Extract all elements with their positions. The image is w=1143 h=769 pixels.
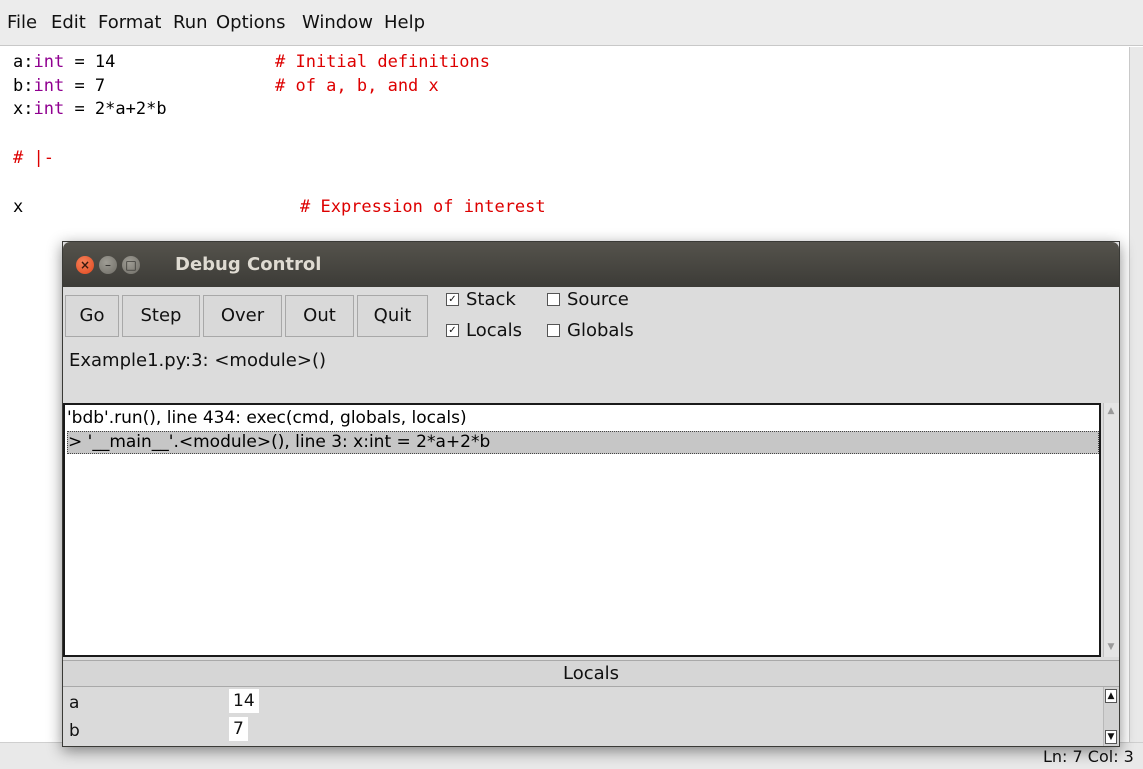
- local-value: 7: [229, 717, 248, 741]
- source-label: Source: [567, 289, 629, 310]
- local-name: a: [69, 693, 80, 713]
- unchecked-icon: [547, 292, 560, 306]
- stack-scrollbar[interactable]: ▲ ▼: [1103, 403, 1119, 657]
- go-button[interactable]: Go: [65, 295, 119, 337]
- step-button[interactable]: Step: [122, 295, 200, 337]
- local-value: 14: [229, 689, 259, 713]
- scroll-down-icon[interactable]: ▼: [1105, 730, 1117, 744]
- code-comment: # Initial definitions: [275, 52, 490, 72]
- checked-icon: ✓: [446, 292, 459, 306]
- stack-frame-selected[interactable]: > '__main__'.<module>(), line 3: x:int =…: [67, 431, 1099, 454]
- code-line-2: b:int = 7: [13, 74, 105, 98]
- code-comment-cell: # |-: [13, 148, 54, 168]
- code-keyword: int: [33, 76, 65, 96]
- menu-file[interactable]: File: [7, 12, 37, 33]
- maximize-icon[interactable]: □: [122, 256, 140, 274]
- locals-checkbox[interactable]: ✓ Locals: [446, 320, 522, 341]
- menu-format[interactable]: Format: [98, 12, 161, 33]
- code-keyword: int: [33, 99, 65, 119]
- checked-icon: ✓: [446, 323, 459, 337]
- scroll-down-icon[interactable]: ▼: [1106, 642, 1116, 652]
- code-assign: = 2*a+2*b: [64, 99, 167, 119]
- quit-button[interactable]: Quit: [357, 295, 428, 337]
- debug-status: Example1.py:3: <module>(): [69, 350, 327, 371]
- code-line-3: x:int = 2*a+2*b: [13, 97, 167, 121]
- globals-checkbox[interactable]: Globals: [547, 320, 634, 341]
- dialog-title: Debug Control: [175, 254, 322, 275]
- over-button[interactable]: Over: [203, 295, 282, 337]
- unchecked-icon: [547, 323, 560, 337]
- scroll-up-icon[interactable]: ▲: [1106, 406, 1116, 416]
- code-comment: # Expression of interest: [300, 197, 546, 217]
- close-icon[interactable]: ×: [76, 256, 94, 274]
- locals-list: a 14 b 7: [63, 687, 1103, 746]
- code-var: x:: [13, 99, 34, 119]
- code-keyword: int: [33, 52, 65, 72]
- code-line-5: x: [13, 197, 24, 217]
- locals-scrollbar[interactable]: ▲ ▼: [1103, 687, 1119, 746]
- code-assign: = 7: [64, 76, 106, 96]
- menu-help[interactable]: Help: [384, 12, 425, 33]
- menu-window[interactable]: Window: [302, 12, 373, 33]
- local-name: b: [69, 721, 80, 741]
- code-comment: # of a, b, and x: [275, 76, 439, 96]
- locals-header: Locals: [63, 660, 1119, 687]
- menu-run[interactable]: Run: [173, 12, 208, 33]
- code-line-1: a:int = 14: [13, 50, 115, 74]
- stack-checkbox[interactable]: ✓ Stack: [446, 289, 516, 310]
- out-button[interactable]: Out: [285, 295, 354, 337]
- minimize-icon[interactable]: –: [99, 256, 117, 274]
- stack-frame[interactable]: 'bdb'.run(), line 434: exec(cmd, globals…: [67, 407, 1099, 430]
- scroll-up-icon[interactable]: ▲: [1105, 689, 1117, 703]
- source-checkbox[interactable]: Source: [547, 289, 629, 310]
- code-var: b:: [13, 76, 34, 96]
- locals-label: Locals: [466, 320, 523, 341]
- code-var: a:: [13, 52, 34, 72]
- stack-list[interactable]: 'bdb'.run(), line 434: exec(cmd, globals…: [63, 403, 1101, 657]
- cursor-position: Ln: 7 Col: 3: [1043, 747, 1134, 766]
- debug-control-dialog: × – □ Debug Control Go Step Over Out Qui…: [62, 241, 1120, 747]
- menu-options[interactable]: Options: [216, 12, 285, 33]
- menu-edit[interactable]: Edit: [51, 12, 86, 33]
- editor-scrollbar[interactable]: [1129, 47, 1143, 742]
- menu-bar: File Edit Format Run Options Window Help: [0, 0, 1143, 46]
- dialog-titlebar[interactable]: × – □ Debug Control: [63, 242, 1119, 287]
- stack-label: Stack: [466, 289, 516, 310]
- globals-label: Globals: [567, 320, 634, 341]
- code-assign: = 14: [64, 52, 116, 72]
